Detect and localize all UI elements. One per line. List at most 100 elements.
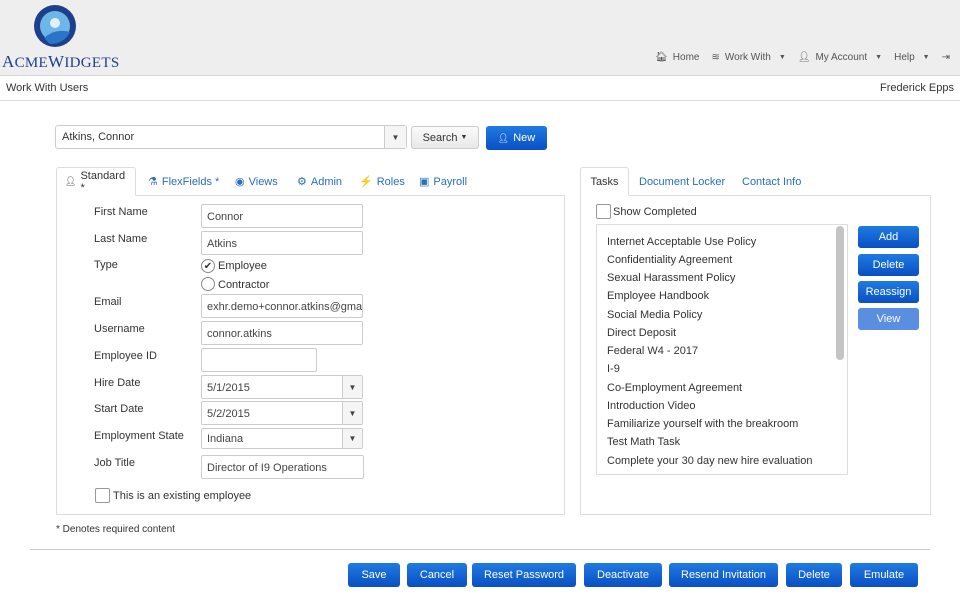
task-item[interactable]: Direct Deposit (607, 327, 676, 339)
employment-state-label: Employment State (94, 430, 184, 442)
top-bar: ACMEWIDGETS 🏠︎ Home ≋ Work With ▼ 👤︎ My Acco… (0, 0, 960, 76)
flask-icon: ⚗ (148, 176, 158, 188)
existing-employee-label: This is an existing employee (113, 490, 252, 502)
user-icon: 👤︎ (797, 52, 811, 63)
add-task-button[interactable]: Add (858, 226, 919, 248)
type-employee-label: Employee (218, 260, 267, 272)
last-name-input[interactable]: Atkins (201, 231, 363, 255)
hire-date-input[interactable]: 5/1/2015 ▼ (201, 375, 363, 399)
show-completed-label: Show Completed (613, 206, 697, 218)
new-user-button[interactable]: 👤︎ New (486, 126, 547, 150)
money-icon: ▣ (419, 176, 430, 188)
cancel-button[interactable]: Cancel (407, 563, 467, 587)
search-button[interactable]: Search ▼ (411, 126, 479, 149)
employment-state-select[interactable]: Indiana ▼ (201, 428, 363, 449)
employee-id-input[interactable] (201, 348, 317, 372)
task-list-scrollbar[interactable] (836, 226, 844, 360)
tab-roles[interactable]: ⚡ Roles (359, 167, 405, 196)
user-select[interactable]: Atkins, Connor ▼ (55, 125, 407, 149)
acme-logo-icon (34, 5, 76, 47)
username-label: Username (94, 323, 145, 335)
caret-down-icon: ▼ (875, 54, 883, 61)
main-nav: 🏠︎ Home ≋ Work With ▼ 👤︎ My Account ▼ Help ▼ ⇥ (655, 52, 950, 63)
deactivate-button[interactable]: Deactivate (584, 563, 662, 587)
resend-invitation-button[interactable]: Resend Invitation (669, 563, 778, 587)
check-icon: ✔ (203, 260, 213, 272)
task-tabs: Tasks Document Locker Contact Info (580, 167, 931, 196)
sub-header: Work With Users Frederick Epps (0, 77, 960, 101)
view-task-button[interactable]: View (858, 308, 919, 330)
start-date-label: Start Date (94, 403, 144, 415)
task-item[interactable]: Confidentiality Agreement (607, 254, 732, 266)
save-button[interactable]: Save (348, 563, 400, 587)
task-item[interactable]: Familiarize yourself with the breakroom (607, 418, 798, 430)
nav-help[interactable]: Help ▼ (894, 52, 930, 63)
caret-down-icon[interactable]: ▼ (384, 126, 406, 148)
job-title-input[interactable]: Director of I9 Operations (201, 455, 364, 479)
first-name-input[interactable]: Connor (201, 204, 363, 228)
reassign-task-button[interactable]: Reassign (858, 281, 919, 303)
nav-my-account[interactable]: 👤︎ My Account ▼ (798, 52, 882, 63)
tab-standard[interactable]: 👤︎ Standard * (56, 167, 136, 196)
caret-down-icon[interactable]: ▼ (342, 402, 362, 424)
task-item[interactable]: Federal W4 - 2017 (607, 345, 698, 357)
email-input[interactable]: exhr.demo+connor.atkins@gmai (201, 294, 363, 318)
task-item[interactable]: I-9 (607, 363, 620, 375)
home-icon: 🏠︎ (655, 52, 668, 63)
brand-name: ACMEWIDGETS (2, 52, 120, 71)
hire-date-label: Hire Date (94, 377, 141, 389)
nav-home[interactable]: 🏠︎ Home (655, 52, 699, 63)
wand-icon: ⚡ (359, 176, 373, 188)
task-item[interactable]: Internet Acceptable Use Policy (607, 236, 756, 248)
nav-work-with[interactable]: ≋ Work With ▼ (711, 52, 785, 63)
user-icon: 👤︎ (497, 132, 510, 143)
caret-down-icon[interactable]: ▼ (342, 376, 362, 398)
task-item[interactable]: Complete your 30 day new hire evaluation (607, 455, 812, 467)
sign-out-icon: ⇥ (941, 52, 950, 63)
username-input[interactable]: connor.atkins (201, 321, 363, 345)
task-item[interactable]: Social Media Policy (607, 309, 702, 321)
tab-payroll[interactable]: ▣ Payroll (419, 167, 467, 196)
user-tabs: 👤︎ Standard * ⚗ FlexFields * ◉ Views ⚙ Admin… (56, 167, 565, 196)
delete-user-button[interactable]: Delete (786, 563, 842, 587)
caret-down-icon[interactable]: ▼ (342, 429, 362, 448)
existing-employee-checkbox[interactable] (95, 488, 110, 503)
logout-button[interactable]: ⇥ (942, 52, 950, 63)
tab-views[interactable]: ◉ Views (235, 167, 278, 196)
task-item[interactable]: Sexual Harassment Policy (607, 272, 735, 284)
start-date-input[interactable]: 5/2/2015 ▼ (201, 401, 363, 425)
delete-task-button[interactable]: Delete (858, 254, 919, 276)
task-item[interactable]: Co-Employment Agreement (607, 382, 742, 394)
show-completed-checkbox[interactable] (596, 204, 611, 219)
type-contractor-label: Contractor (218, 279, 270, 291)
caret-down-icon: ▼ (460, 134, 468, 141)
task-list[interactable]: Internet Acceptable Use Policy Confident… (596, 224, 848, 475)
task-item[interactable]: Employee Handbook (607, 290, 709, 302)
divider (30, 549, 930, 550)
tab-contact-info[interactable]: Contact Info (742, 167, 801, 196)
last-name-label: Last Name (94, 233, 148, 245)
required-note: * Denotes required content (56, 524, 175, 535)
type-contractor-radio[interactable] (201, 277, 215, 291)
current-user: Frederick Epps (880, 82, 954, 94)
tab-admin[interactable]: ⚙ Admin (297, 167, 342, 196)
tab-flexfields[interactable]: ⚗ FlexFields * (148, 167, 219, 196)
employee-id-label: Employee ID (94, 350, 157, 362)
type-label: Type (94, 259, 118, 271)
eye-icon: ◉ (235, 176, 245, 188)
reset-password-button[interactable]: Reset Password (472, 563, 576, 587)
type-employee-radio[interactable]: ✔ (201, 259, 215, 273)
page-title: Work With Users (6, 82, 89, 94)
caret-down-icon: ▼ (922, 54, 930, 61)
tab-tasks[interactable]: Tasks (580, 167, 629, 196)
email-label: Email (94, 296, 122, 308)
tab-document-locker[interactable]: Document Locker (639, 167, 725, 196)
layers-icon: ≋ (711, 52, 720, 63)
first-name-label: First Name (94, 206, 148, 218)
task-item[interactable]: Test Math Task (607, 436, 680, 448)
caret-down-icon: ▼ (778, 54, 786, 61)
emulate-button[interactable]: Emulate (850, 563, 918, 587)
task-item[interactable]: Introduction Video (607, 400, 695, 412)
user-icon: 👤︎ (65, 176, 77, 186)
job-title-label: Job Title (94, 457, 135, 469)
